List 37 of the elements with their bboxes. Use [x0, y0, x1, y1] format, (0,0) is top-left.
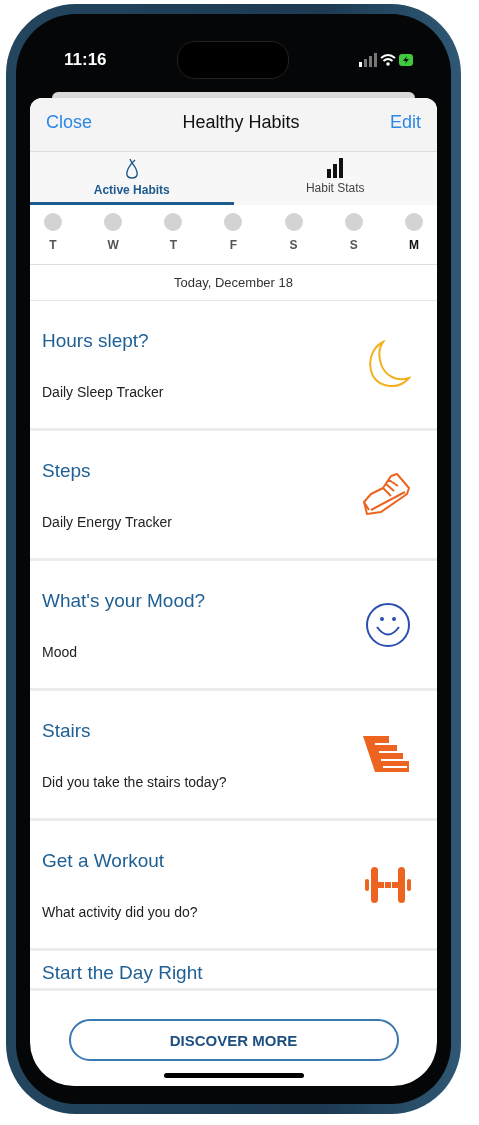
day-selector[interactable]: S: [280, 213, 307, 258]
dumbbell-icon: [365, 864, 411, 905]
habit-title: Steps: [42, 459, 92, 482]
discover-more-button[interactable]: DISCOVER MORE: [68, 1019, 399, 1061]
habit-subtitle: What activity did you do?: [42, 903, 198, 920]
date-label: Today, December 18: [30, 265, 437, 301]
habit-row[interactable]: Start the Day Right: [30, 951, 437, 991]
day-selector[interactable]: W: [100, 213, 127, 258]
habit-subtitle: Did you take the stairs today?: [42, 773, 227, 790]
habit-title: Get a Workout: [42, 849, 166, 872]
habit-subtitle: Mood: [42, 643, 79, 660]
day-selector[interactable]: S: [340, 213, 367, 258]
day-selector[interactable]: T: [40, 213, 66, 258]
day-selector[interactable]: M: [400, 213, 427, 258]
habit-row[interactable]: Stairs Did you take the stairs today?: [30, 691, 437, 821]
habit-title: Start the Day Right: [42, 962, 203, 984]
day-selector[interactable]: F: [220, 213, 247, 258]
habit-title: Hours slept?: [42, 329, 150, 352]
stairs-icon: [363, 735, 411, 774]
tab[interactable]: Active Habits: [30, 152, 234, 205]
pear-icon: [124, 158, 139, 180]
habit-row[interactable]: Steps Daily Energy Tracker: [30, 431, 437, 561]
status-time: 11:16: [64, 50, 107, 70]
habit-title: Stairs: [42, 719, 92, 742]
tab[interactable]: Habit Stats: [233, 152, 437, 205]
smiley-icon: [365, 601, 411, 648]
day-selector[interactable]: T: [160, 213, 187, 258]
habit-row[interactable]: Hours slept? Daily Sleep Tracker: [30, 301, 437, 431]
habit-row[interactable]: What's your Mood? Mood: [30, 561, 437, 691]
status-icons: [359, 52, 415, 68]
habit-title: What's your Mood?: [42, 589, 206, 612]
habit-subtitle: Daily Sleep Tracker: [42, 383, 164, 400]
screen-title: Healthy Habits: [182, 112, 300, 133]
habit-subtitle: Daily Energy Tracker: [42, 513, 172, 530]
sneaker-icon: [361, 471, 411, 518]
bar-chart-icon: [327, 158, 344, 178]
habit-row[interactable]: Get a Workout What activity did you do?: [30, 821, 437, 951]
